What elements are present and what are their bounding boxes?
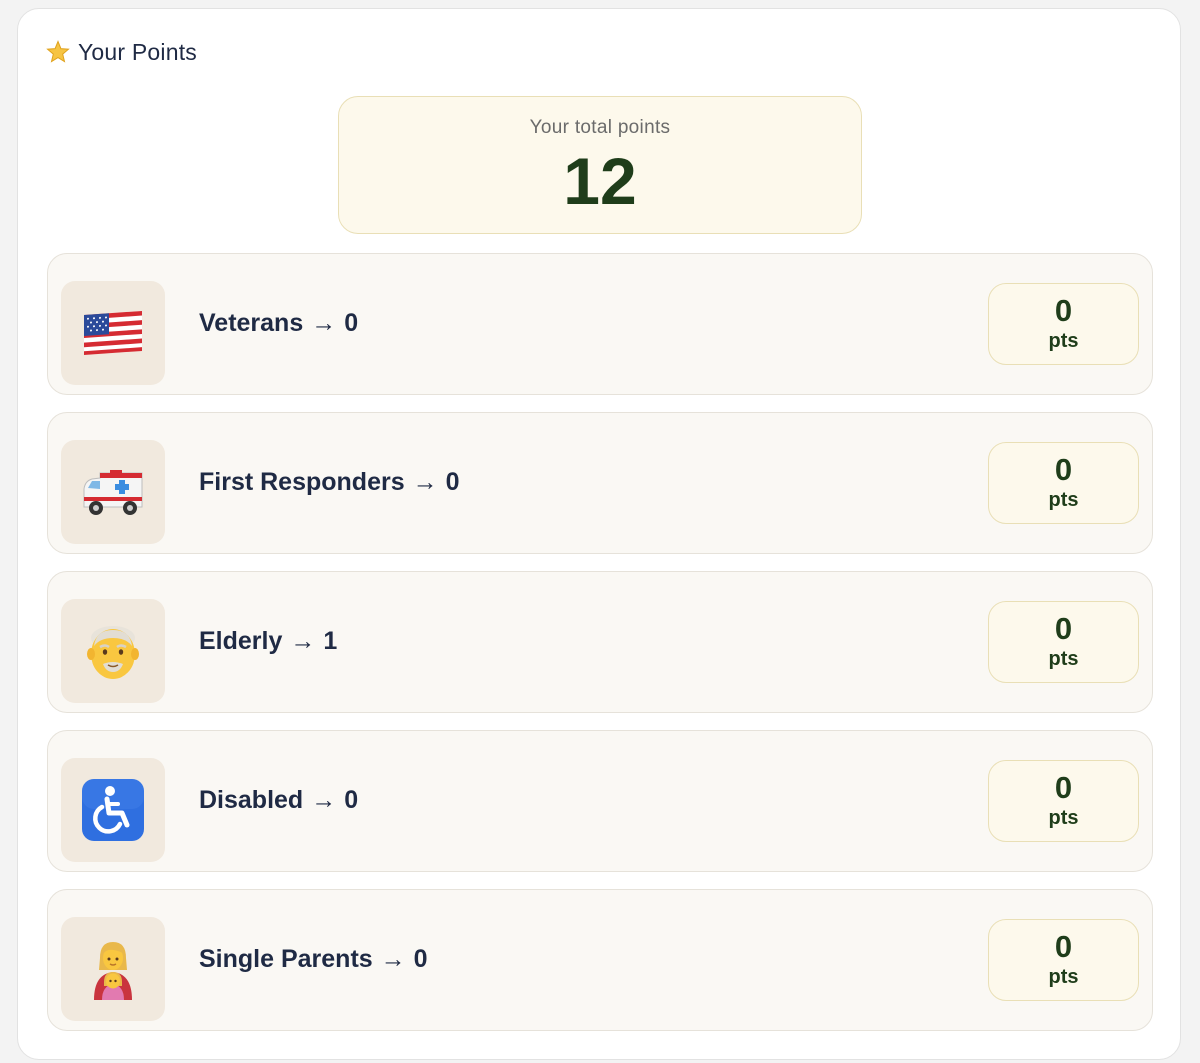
star-icon — [46, 40, 70, 64]
category-count: 0 — [445, 468, 460, 496]
category-label: First Responders → 0 — [199, 468, 460, 497]
card-title: Your Points — [78, 38, 197, 65]
points-unit: pts — [1048, 489, 1079, 511]
points-badge: 0 pts — [988, 760, 1139, 842]
category-name: Elderly — [199, 627, 283, 655]
older-man-icon — [61, 599, 165, 703]
category-row-single-parents: Single Parents → 0 0 pts — [47, 889, 1153, 1031]
us-flag-icon — [61, 281, 165, 385]
wheelchair-icon — [61, 758, 165, 862]
points-badge: 0 pts — [988, 442, 1139, 524]
category-name: First Responders — [199, 468, 405, 496]
category-count: 0 — [344, 786, 359, 814]
category-row-veterans: Veterans → 0 0 pts — [47, 253, 1153, 395]
total-points-value: 12 — [563, 144, 637, 218]
total-points-box: Your total points 12 — [338, 96, 862, 234]
points-value: 0 — [1054, 929, 1073, 964]
category-count: 0 — [344, 309, 359, 337]
arrow-icon: → — [311, 786, 337, 814]
ambulance-icon — [61, 440, 165, 544]
points-badge: 0 pts — [988, 919, 1139, 1001]
category-list: Veterans → 0 0 pts First Responders → 0 … — [47, 253, 1153, 1048]
arrow-icon: → — [380, 945, 406, 973]
points-unit: pts — [1048, 966, 1079, 988]
category-count: 0 — [413, 945, 428, 973]
points-unit: pts — [1048, 807, 1079, 829]
category-name: Veterans — [199, 309, 304, 337]
category-row-disabled: Disabled → 0 0 pts — [47, 730, 1153, 872]
card-header: Your Points — [46, 37, 197, 67]
total-points-label: Your total points — [529, 117, 671, 138]
points-unit: pts — [1048, 648, 1079, 670]
points-value: 0 — [1054, 770, 1073, 805]
category-row-first-responders: First Responders → 0 0 pts — [47, 412, 1153, 554]
mother-child-icon — [61, 917, 165, 1021]
points-value: 0 — [1054, 611, 1073, 646]
category-label: Single Parents → 0 — [199, 945, 428, 974]
category-label: Elderly → 1 — [199, 627, 337, 656]
category-label: Disabled → 0 — [199, 786, 358, 815]
category-name: Disabled — [199, 786, 304, 814]
points-badge: 0 pts — [988, 601, 1139, 683]
arrow-icon: → — [290, 627, 316, 655]
points-value: 0 — [1054, 452, 1073, 487]
category-name: Single Parents — [199, 945, 373, 973]
points-card: Your Points Your total points 12 Veteran… — [17, 8, 1181, 1060]
category-label: Veterans → 0 — [199, 309, 358, 338]
arrow-icon: → — [311, 309, 337, 337]
points-unit: pts — [1048, 330, 1079, 352]
category-row-elderly: Elderly → 1 0 pts — [47, 571, 1153, 713]
category-count: 1 — [323, 627, 338, 655]
points-badge: 0 pts — [988, 283, 1139, 365]
arrow-icon: → — [412, 468, 438, 496]
points-value: 0 — [1054, 293, 1073, 328]
